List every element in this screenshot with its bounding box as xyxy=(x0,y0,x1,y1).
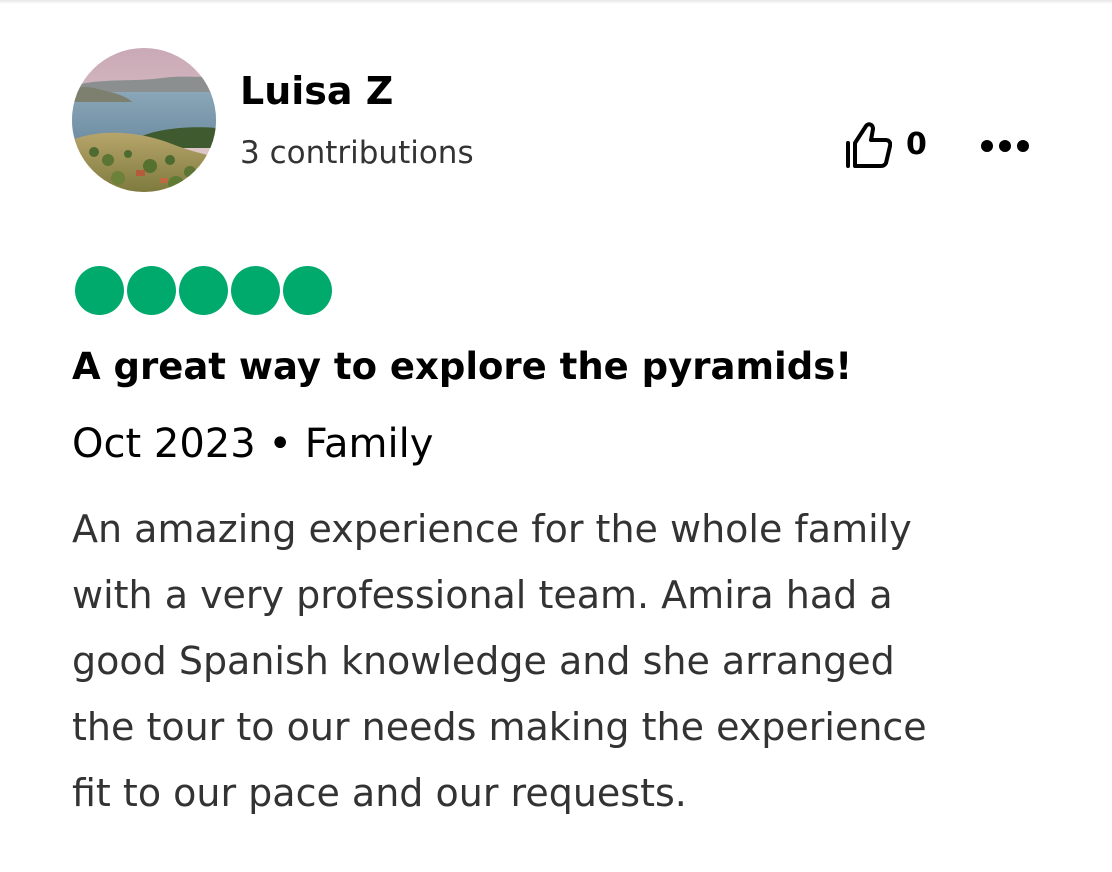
rating-bubble-filled xyxy=(75,266,124,315)
more-options-icon xyxy=(981,140,1029,152)
review-text-line: the tour to our needs making the experie… xyxy=(72,705,927,749)
review-text-line: An amazing experience for the whole fami… xyxy=(72,507,912,551)
thumbs-up-icon xyxy=(842,121,892,169)
reviewer-name[interactable]: Luisa Z xyxy=(240,66,393,116)
review-title[interactable]: A great way to explore the pyramids! xyxy=(72,342,1072,392)
more-options-button[interactable] xyxy=(974,126,1036,166)
contribution-count: 3 contributions xyxy=(240,135,474,171)
review-text-line: good Spanish knowledge and she arranged xyxy=(72,639,895,683)
review-card: Luisa Z 3 contributions 0 A great way to… xyxy=(0,0,1112,872)
review-text-line: fit to our pace and our requests. xyxy=(72,771,687,815)
review-date-and-trip-type: Oct 2023 • Family xyxy=(72,421,434,467)
avatar[interactable] xyxy=(72,48,216,192)
review-text-line: with a very professional team. Amira had… xyxy=(72,573,893,617)
avatar-photo xyxy=(72,48,216,192)
helpful-count: 0 xyxy=(906,127,927,162)
rating-bubbles xyxy=(75,266,335,315)
review-text: An amazing experience for the whole fami… xyxy=(72,496,1082,826)
rating-bubble-filled xyxy=(231,266,280,315)
helpful-vote-button[interactable]: 0 xyxy=(842,118,927,172)
rating-bubble-filled xyxy=(283,266,332,315)
rating-bubble-filled xyxy=(179,266,228,315)
rating-bubble-filled xyxy=(127,266,176,315)
